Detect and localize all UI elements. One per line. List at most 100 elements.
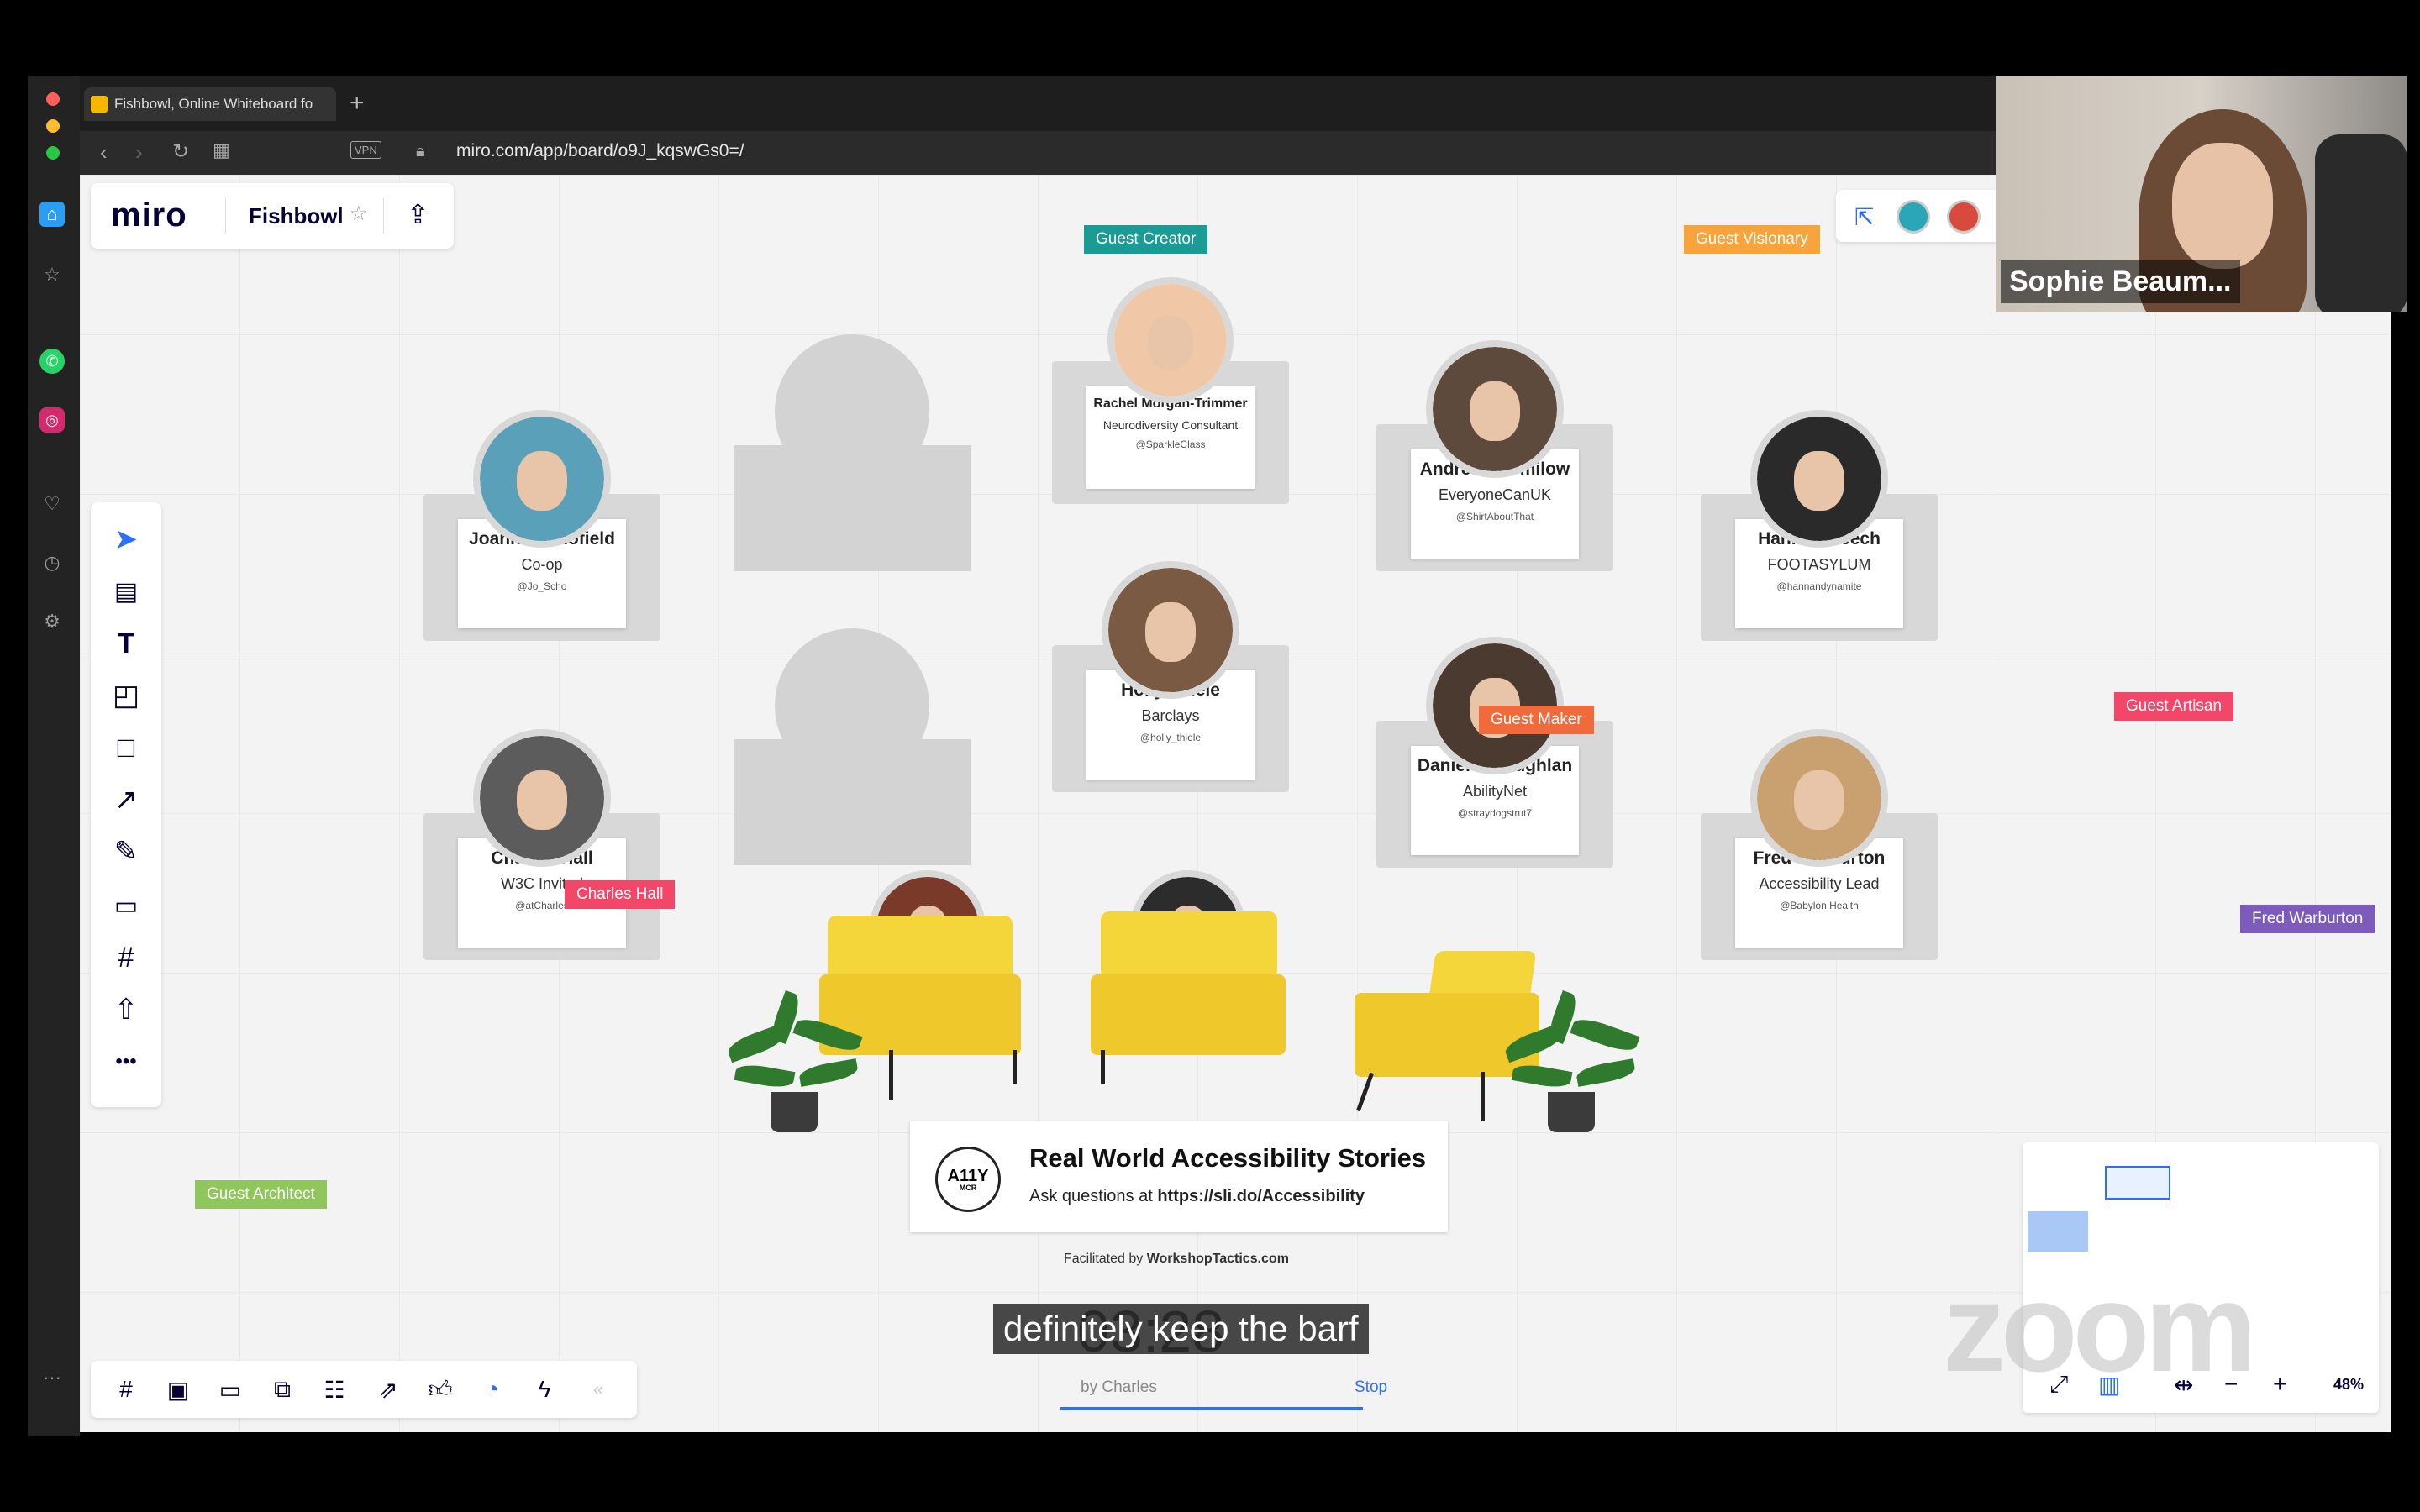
templates-icon[interactable]: ▤ bbox=[109, 575, 143, 608]
avatar[interactable] bbox=[1897, 200, 1930, 234]
voting-icon[interactable]: 👍︎ bbox=[424, 1373, 457, 1406]
video-chair bbox=[2315, 134, 2407, 312]
maximize-window-button[interactable] bbox=[46, 146, 60, 160]
cursor-label-guest-creator: Guest Creator bbox=[1084, 225, 1208, 254]
participant-name: Sophie Beaum... bbox=[2001, 260, 2240, 303]
avatar bbox=[1750, 410, 1888, 548]
tab-title: Fishbowl, Online Whiteboard fo bbox=[114, 96, 313, 112]
person-handle: @straydogstrut7 bbox=[1457, 807, 1533, 819]
reload-icon[interactable]: ↻ bbox=[172, 139, 189, 164]
timer-stop-button[interactable]: Stop bbox=[1355, 1378, 1387, 1397]
home-icon[interactable]: ⌂ bbox=[39, 202, 65, 227]
avatar bbox=[1426, 340, 1564, 478]
kanban-icon[interactable]: ☷ bbox=[318, 1373, 351, 1406]
minimap-region[interactable] bbox=[2028, 1211, 2088, 1252]
board-name[interactable]: Fishbowl bbox=[249, 203, 344, 229]
frame-tool-icon[interactable]: # bbox=[109, 941, 143, 974]
fit-icon[interactable]: ⇹ bbox=[2174, 1371, 2193, 1399]
cursor-toggle-icon[interactable]: ⇱ bbox=[1854, 203, 1874, 231]
pen-tool-icon[interactable]: ✎ bbox=[109, 835, 143, 869]
person-org: FOOTASYLUM bbox=[1767, 556, 1871, 573]
new-tab-icon[interactable]: + bbox=[350, 89, 365, 118]
heart-icon[interactable]: ♡ bbox=[39, 491, 65, 517]
cursor-label-guest-artisan: Guest Artisan bbox=[2114, 692, 2234, 721]
frames-icon[interactable]: # bbox=[109, 1373, 143, 1406]
select-tool-icon[interactable]: ➤ bbox=[109, 522, 143, 556]
upload-tool-icon[interactable]: ⇧ bbox=[109, 993, 143, 1026]
slido-link[interactable]: https://sli.do/Accessibility bbox=[1157, 1187, 1365, 1205]
star-icon[interactable]: ☆ bbox=[39, 262, 65, 287]
settings-icon[interactable]: ⚙ bbox=[39, 609, 65, 634]
video-face bbox=[2172, 143, 2273, 269]
lightning-icon[interactable]: ϟ bbox=[528, 1373, 561, 1406]
presentation-icon[interactable]: ▣ bbox=[161, 1373, 195, 1406]
back-icon[interactable]: ‹ bbox=[100, 139, 108, 165]
sticky-note-icon[interactable]: ◰ bbox=[109, 679, 143, 712]
divider bbox=[225, 198, 226, 234]
share-upload-icon[interactable]: ⇪ bbox=[407, 198, 429, 230]
comment-tool-icon[interactable]: ▭ bbox=[109, 889, 143, 922]
banner-title: Real World Accessibility Stories bbox=[1029, 1143, 1427, 1173]
collapse-icon[interactable]: « bbox=[581, 1373, 615, 1406]
person-org: AbilityNet bbox=[1462, 783, 1528, 800]
avatar bbox=[1102, 561, 1239, 699]
zoom-watermark: zoom bbox=[1943, 1257, 2257, 1398]
instagram-icon[interactable]: ◎ bbox=[39, 407, 65, 433]
person-handle: @Babylon Health bbox=[1780, 900, 1859, 911]
browser-tab-bar bbox=[80, 76, 1996, 131]
avatar bbox=[1750, 729, 1888, 867]
event-banner: A11Y MCR Real World Accessibility Stories… bbox=[910, 1121, 1448, 1232]
cursor-label-guest-visionary: Guest Visionary bbox=[1684, 225, 1820, 254]
fullscreen-icon[interactable]: ⤢ bbox=[2049, 1371, 2068, 1399]
clock-icon[interactable]: ◷ bbox=[39, 550, 65, 575]
avatar[interactable] bbox=[1947, 200, 1981, 234]
avatar bbox=[1107, 277, 1234, 403]
creation-toolbar: ➤ ▤ T ◰ □ ↗ ✎ ▭ # ⇧ ••• bbox=[91, 502, 161, 1107]
person-org: Accessibility Lead bbox=[1759, 875, 1880, 892]
chair bbox=[828, 916, 1013, 983]
text-tool-icon[interactable]: T bbox=[109, 627, 143, 660]
banner-subtitle: Ask questions at https://sli.do/Accessib… bbox=[1029, 1187, 1365, 1205]
timer-progress bbox=[1060, 1407, 1363, 1410]
person-handle: @Jo_Scho bbox=[517, 580, 567, 592]
zoom-in-icon[interactable]: + bbox=[2273, 1371, 2286, 1398]
map-icon[interactable]: ▥ bbox=[2098, 1371, 2120, 1399]
vpn-badge[interactable]: VPN bbox=[350, 141, 381, 159]
lock-icon: 🔒︎ bbox=[416, 142, 425, 160]
plant bbox=[718, 990, 870, 1134]
close-window-button[interactable] bbox=[46, 92, 60, 106]
collaborators-bar: ⇱ bbox=[1836, 190, 2000, 242]
person-org: Neurodiversity Consultant bbox=[1102, 418, 1239, 432]
star-board-icon[interactable]: ☆ bbox=[350, 202, 368, 226]
export-icon[interactable]: ⇗ bbox=[371, 1373, 405, 1406]
more-tools-icon[interactable]: ••• bbox=[109, 1045, 143, 1079]
minimap-panel: zoom ⤢ ▥ ⇹ − + 48% bbox=[1943, 1142, 2379, 1413]
avatar bbox=[473, 410, 611, 548]
cards-icon[interactable]: ⧉ bbox=[266, 1373, 299, 1406]
person-handle: @SparkleClass bbox=[1135, 438, 1206, 450]
timer-icon[interactable]: ◔ bbox=[476, 1373, 509, 1406]
browser-tab[interactable]: Fishbowl, Online Whiteboard fo bbox=[84, 87, 336, 121]
minimap-viewport[interactable] bbox=[2105, 1166, 2170, 1200]
avatar bbox=[473, 729, 611, 867]
minimize-window-button[interactable] bbox=[46, 119, 60, 133]
miro-favicon-icon bbox=[91, 96, 108, 113]
a11y-logo: A11Y MCR bbox=[935, 1147, 1001, 1212]
person-handle: @holly_thiele bbox=[1139, 732, 1202, 743]
zoom-out-icon[interactable]: − bbox=[2224, 1371, 2238, 1398]
forward-icon[interactable]: › bbox=[135, 139, 143, 165]
empty-seat-head bbox=[775, 334, 929, 489]
board-header: miro Fishbowl ☆ ⇪ bbox=[91, 183, 454, 249]
whatsapp-icon[interactable]: ✆ bbox=[39, 349, 65, 374]
comments-icon[interactable]: ▭ bbox=[213, 1373, 247, 1406]
bottom-toolbar: # ▣ ▭ ⧉ ☷ ⇗ 👍︎ ◔ ϟ « bbox=[91, 1361, 637, 1418]
arrow-tool-icon[interactable]: ↗ bbox=[109, 783, 143, 816]
grid-icon[interactable]: ▦ bbox=[213, 139, 230, 161]
shape-tool-icon[interactable]: □ bbox=[109, 731, 143, 764]
url-text[interactable]: miro.com/app/board/o9J_kqswGs0=/ bbox=[456, 141, 744, 161]
divider bbox=[383, 198, 384, 234]
miro-logo[interactable]: miro bbox=[111, 197, 187, 234]
more-icon[interactable]: ··· bbox=[39, 1365, 65, 1390]
subtitle-caption: definitely keep the barf bbox=[993, 1304, 1369, 1354]
chair-leg bbox=[1481, 1072, 1485, 1121]
